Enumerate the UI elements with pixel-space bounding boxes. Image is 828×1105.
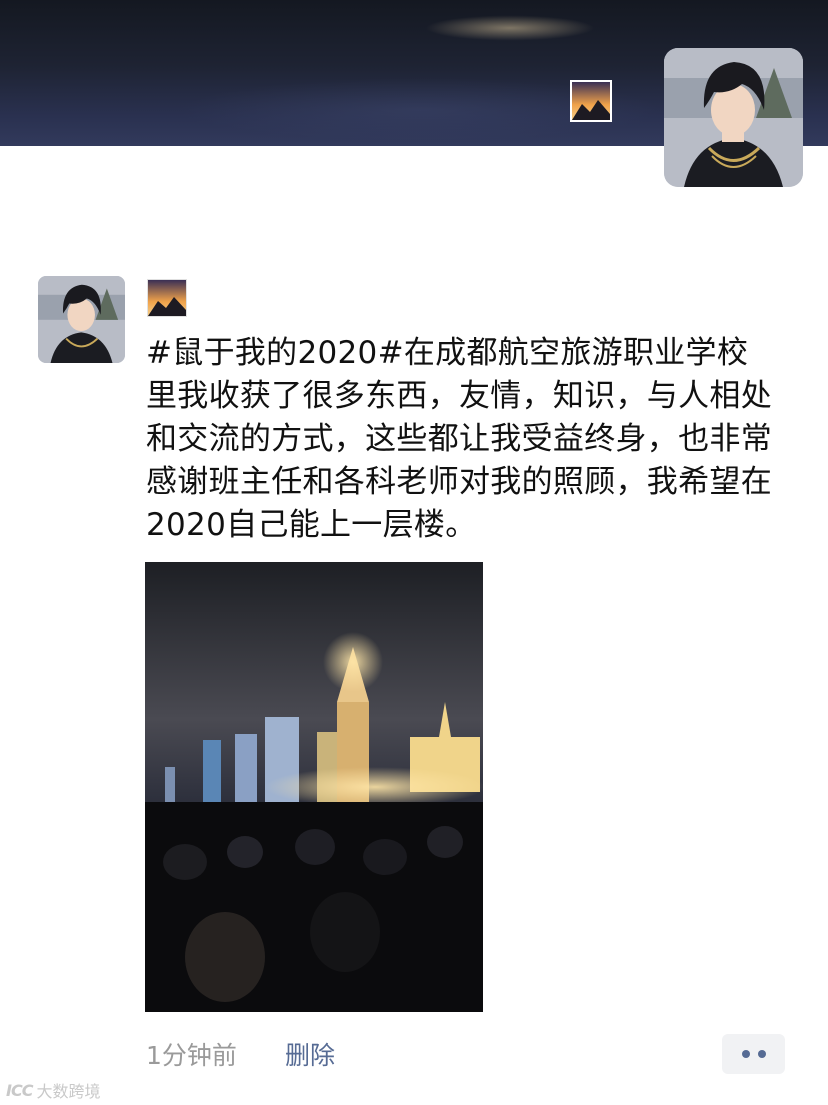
landscape-photo-icon[interactable] [147,279,187,317]
watermark: ICC 大数跨境 [6,1078,100,1102]
more-dots-icon [741,1050,750,1058]
profile-avatar[interactable] [664,48,803,187]
more-dots-icon [757,1050,766,1058]
night-city-crowd-photo[interactable] [145,562,483,1012]
delete-button[interactable]: 删除 [285,1036,335,1072]
post-text: #鼠于我的2020#在成都航空旅游职业学校里我收获了很多东西，友情，知识，与人相… [146,335,772,543]
watermark-text: 大数跨境 [36,1082,101,1101]
post-author-avatar[interactable] [38,276,125,363]
landscape-photo-icon [570,80,612,122]
watermark-logo: ICC [6,1080,33,1100]
more-options-button[interactable] [722,1034,785,1074]
post-time: 1分钟前 [146,1041,237,1070]
